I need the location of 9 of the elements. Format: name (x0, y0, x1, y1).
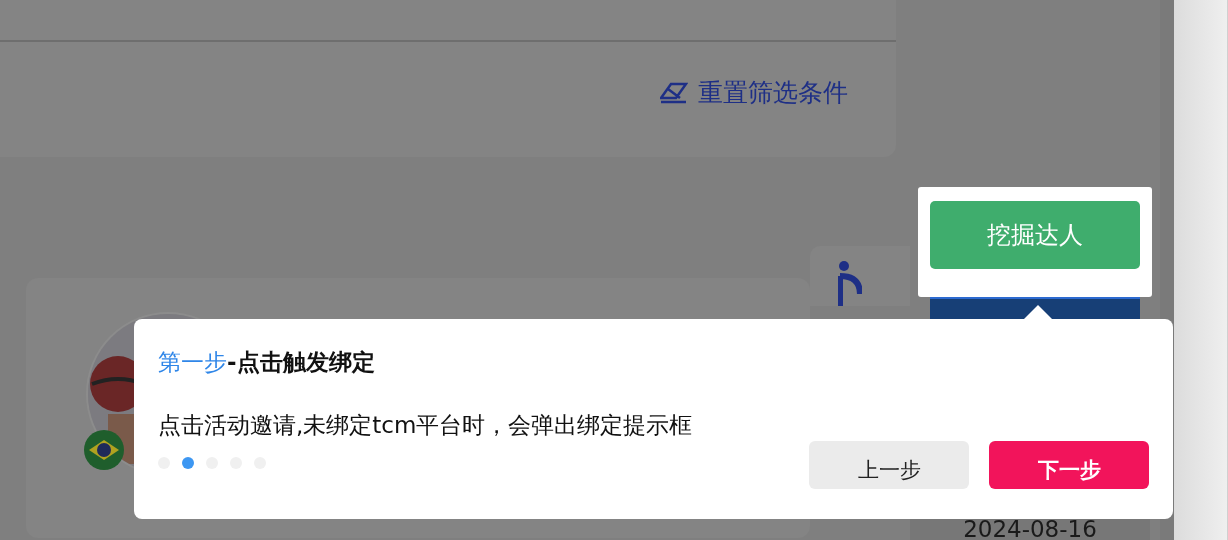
logo-icon (838, 260, 862, 306)
flag-icon (84, 430, 124, 470)
guide-title: 第一步-点击触发绑定 (158, 348, 376, 377)
next-step-button[interactable]: 下一步 (989, 441, 1149, 489)
guide-description: 点击活动邀请,未绑定tcm平台时，会弹出绑定提示框 (158, 411, 694, 440)
previous-step-button[interactable]: 上一步 (809, 441, 969, 489)
reset-filters-button[interactable]: 重置筛选条件 (660, 76, 848, 109)
eraser-icon (660, 81, 688, 104)
discover-talent-button[interactable]: 挖掘达人 (930, 201, 1140, 269)
